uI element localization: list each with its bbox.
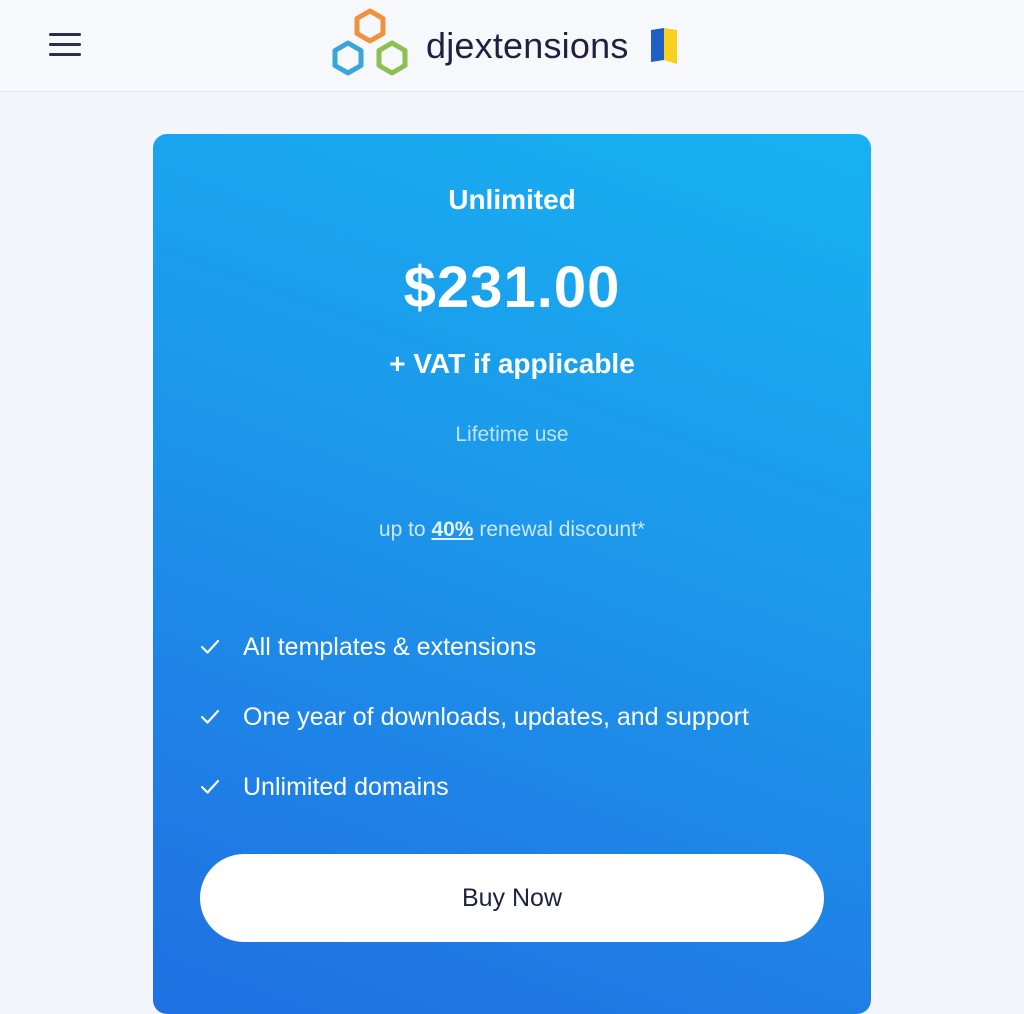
plan-price: $231.00 xyxy=(403,255,621,320)
menu-line xyxy=(49,33,81,36)
pricing-card: Unlimited $231.00 + VAT if applicable Li… xyxy=(153,134,871,1014)
feature-item: All templates & extensions xyxy=(200,612,749,682)
renewal-discount-link[interactable]: 40% xyxy=(431,518,473,541)
checkmark-icon xyxy=(200,639,220,654)
brand-name: djextensions xyxy=(426,25,629,66)
buy-now-button[interactable]: Buy Now xyxy=(200,854,824,942)
checkmark-icon xyxy=(200,779,220,794)
hexagon-logo-icon xyxy=(332,8,408,76)
brand-logo-link[interactable]: djextensions xyxy=(330,6,677,86)
ukraine-flag-icon xyxy=(650,28,677,64)
feature-item: Unlimited domains xyxy=(200,752,749,822)
top-navigation-bar: djextensions xyxy=(0,0,1024,92)
plan-name: Unlimited xyxy=(448,184,576,215)
plan-term: Lifetime use xyxy=(455,423,569,446)
checkmark-icon xyxy=(200,709,220,724)
renewal-discount-note: up to 40% renewal discount* xyxy=(153,518,871,542)
feature-text: Unlimited domains xyxy=(243,772,449,801)
feature-text: All templates & extensions xyxy=(243,632,537,661)
hamburger-menu-icon[interactable] xyxy=(44,26,86,64)
menu-line xyxy=(49,43,81,46)
renewal-suffix: renewal discount* xyxy=(479,518,646,541)
feature-item: One year of downloads, updates, and supp… xyxy=(200,682,749,752)
renewal-prefix: up to xyxy=(378,518,426,541)
vat-note: + VAT if applicable xyxy=(389,348,635,379)
feature-text: One year of downloads, updates, and supp… xyxy=(243,702,749,731)
menu-line xyxy=(49,53,81,56)
feature-list: All templates & extensions One year of d… xyxy=(200,612,749,822)
